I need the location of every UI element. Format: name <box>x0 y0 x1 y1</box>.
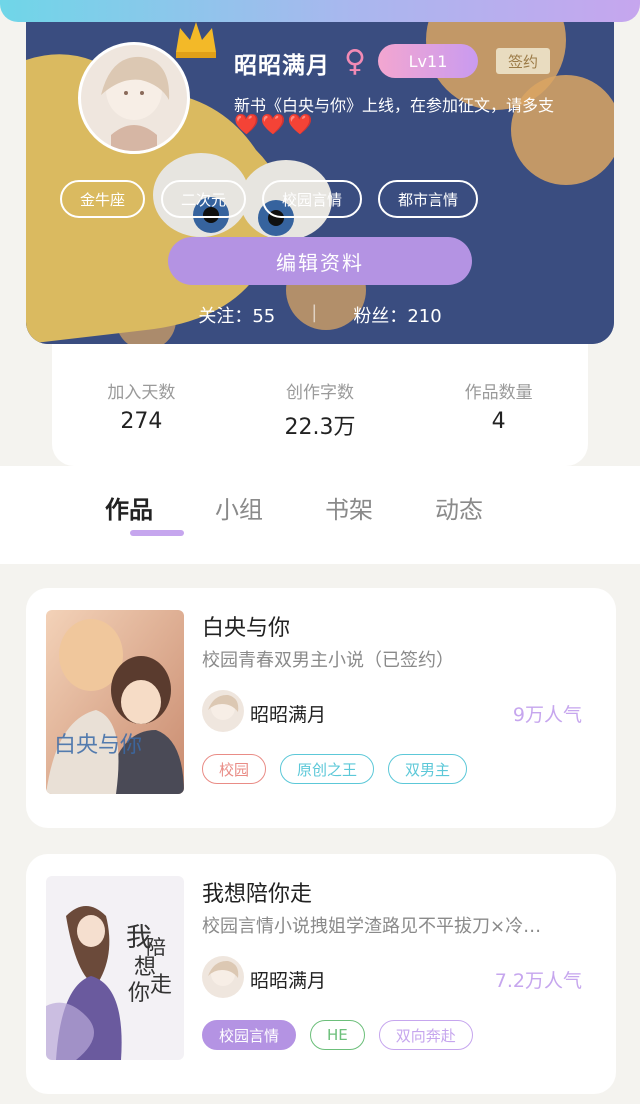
profile-tag[interactable]: 二次元 <box>161 180 247 218</box>
profile-tag[interactable]: 校园言情 <box>262 180 363 218</box>
work-tag[interactable]: 双男主 <box>388 754 468 784</box>
book-cover[interactable]: 我 想 陪 你 走 <box>46 876 184 1060</box>
stat-word-count: 创作字数 22.3万 <box>250 378 390 466</box>
author-avatar <box>202 690 244 732</box>
profile-tags: 金牛座 二次元 校园言情 都市言情 <box>60 180 479 218</box>
work-card[interactable]: 我 想 陪 你 走 我想陪你走 校园言情小说拽姐学渣路见不平拔刀×冷… 昭昭满月… <box>26 854 616 1094</box>
hearts-emoji: ❤️❤️❤️ <box>234 112 315 136</box>
fans-count: 210 <box>407 306 442 327</box>
stat-label: 加入天数 <box>107 383 176 403</box>
popularity-count: 9万人气 <box>512 704 582 726</box>
stat-value: 4 <box>491 409 506 434</box>
work-tag[interactable]: HE <box>310 1020 365 1050</box>
work-tag[interactable]: 校园言情 <box>202 1020 297 1050</box>
book-cover[interactable]: 白央与你 <box>46 610 184 794</box>
profile-header: 昭昭满月 ♀ Lv11 签约 新书《白央与你》上线，在参加征文，请多支 ❤️❤️… <box>26 0 614 344</box>
stat-value: 22.3万 <box>284 415 356 440</box>
stat-join-days: 加入天数 274 <box>71 378 211 466</box>
tab-groups[interactable]: 小组 <box>210 490 268 525</box>
stat-value: 274 <box>120 409 163 434</box>
profile-tag[interactable]: 都市言情 <box>378 180 479 218</box>
stat-label: 作品数量 <box>464 383 533 403</box>
edit-profile-button[interactable]: 编辑资料 <box>168 237 472 285</box>
author-name: 昭昭满月 <box>250 704 327 726</box>
following-link[interactable]: 关注：55 <box>198 302 275 328</box>
svg-text:陪: 陪 <box>146 935 166 959</box>
work-tags: 校园言情 HE 双向奔赴 <box>202 1020 473 1050</box>
svg-text:白央与你: 白央与你 <box>54 733 142 758</box>
stats-card: 加入天数 274 创作字数 22.3万 作品数量 4 <box>52 344 588 466</box>
profile-tag[interactable]: 金牛座 <box>60 180 146 218</box>
top-gradient-bar <box>0 0 640 22</box>
author-avatar <box>202 956 244 998</box>
work-description: 校园言情小说拽姐学渣路见不平拔刀×冷… <box>202 916 542 937</box>
work-tag[interactable]: 校园 <box>202 754 267 784</box>
username: 昭昭满月 <box>234 53 330 79</box>
crown-icon <box>176 22 216 58</box>
tab-works[interactable]: 作品 <box>100 490 158 525</box>
work-tags: 校园 原创之王 双男主 <box>202 754 468 784</box>
work-tag[interactable]: 原创之王 <box>280 754 375 784</box>
work-title[interactable]: 我想陪你走 <box>202 876 312 908</box>
fans-label: 粉丝： <box>353 306 408 327</box>
work-title[interactable]: 白央与你 <box>202 610 290 642</box>
stat-label: 创作字数 <box>285 383 354 403</box>
gender-female-icon: ♀ <box>344 44 366 79</box>
work-description: 校园青春双男主小说（已签约） <box>202 650 454 671</box>
tab-activity[interactable]: 动态 <box>430 490 488 525</box>
popularity-count: 7.2万人气 <box>494 970 582 992</box>
active-tab-indicator <box>130 530 184 536</box>
work-card[interactable]: 白央与你 白央与你 校园青春双男主小说（已签约） 昭昭满月 9万人气 校园 原创… <box>26 588 616 828</box>
fans-link[interactable]: 粉丝：210 <box>353 302 441 328</box>
following-count: 55 <box>252 306 276 327</box>
author-name: 昭昭满月 <box>250 970 327 992</box>
work-tag[interactable]: 双向奔赴 <box>378 1020 473 1050</box>
following-label: 关注： <box>198 306 253 327</box>
stat-works-count: 作品数量 4 <box>429 378 569 466</box>
svg-text:走: 走 <box>150 973 172 998</box>
follow-stats: 关注：55 | 粉丝：210 <box>26 302 614 328</box>
tabs-bar: 作品 小组 书架 动态 <box>0 466 640 564</box>
tab-bookshelf[interactable]: 书架 <box>320 490 378 525</box>
divider: | <box>311 302 318 323</box>
svg-text:你: 你 <box>128 981 150 1006</box>
level-badge: Lv11 <box>378 44 478 78</box>
tab-list: 作品 小组 书架 动态 <box>100 490 488 525</box>
signed-badge: 签约 <box>496 48 550 74</box>
